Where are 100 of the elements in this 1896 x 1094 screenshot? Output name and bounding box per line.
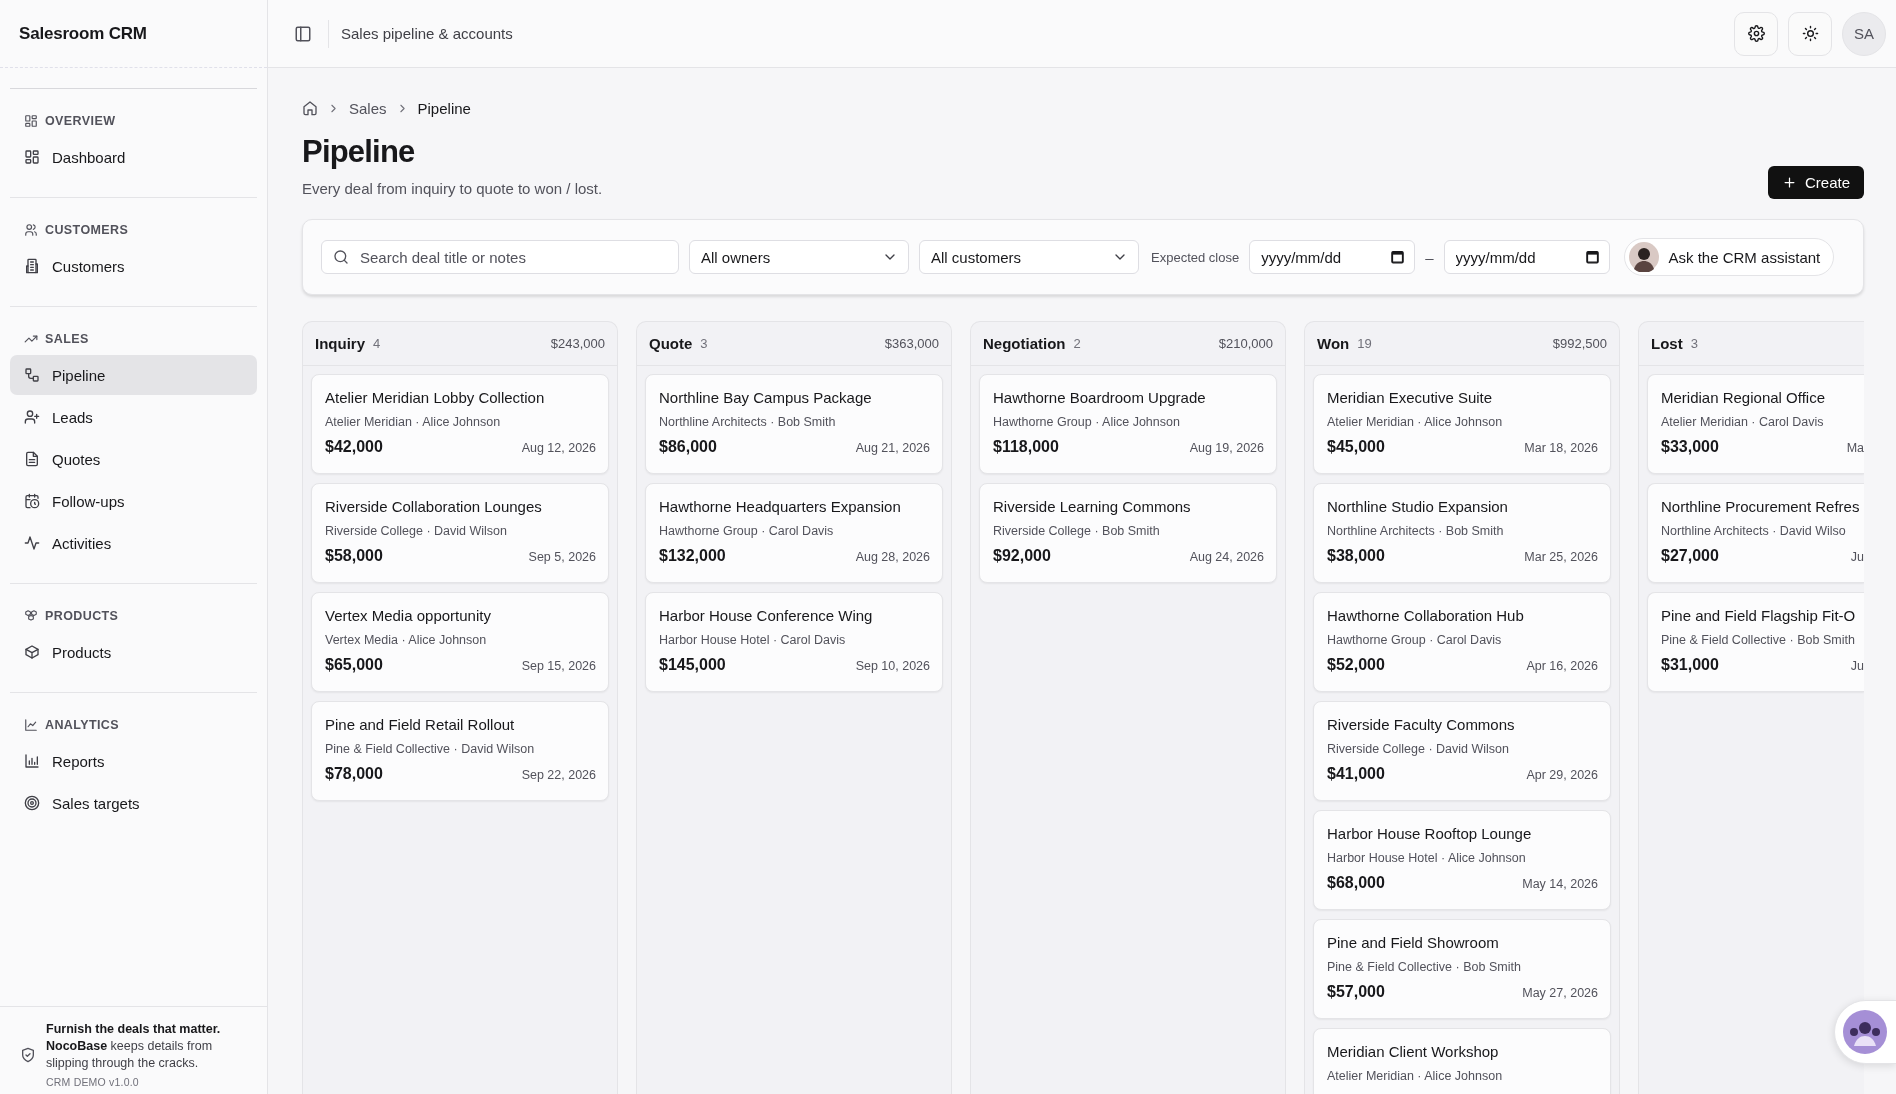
- nav-item[interactable]: Follow-ups: [10, 481, 257, 521]
- deal-amount: $68,000: [1327, 874, 1385, 892]
- deal-count: 3: [1690, 336, 1698, 351]
- deal-title: Harbor House Rooftop Lounge: [1327, 824, 1533, 844]
- close-date: Ju: [1850, 659, 1864, 673]
- search-field[interactable]: Search deal title or notes: [321, 240, 679, 274]
- calendar-icon: [1584, 249, 1600, 264]
- close-date: Aug 21, 2026: [855, 441, 930, 455]
- close-date: Mar 18, 2026: [1524, 441, 1598, 455]
- activity-icon: [24, 535, 40, 551]
- deal-title: Pine and Field Flagship Fit-O: [1661, 606, 1857, 626]
- users-icon: [24, 223, 38, 237]
- close-date: May 14, 2026: [1522, 877, 1598, 891]
- nav-item[interactable]: Reports: [10, 741, 257, 781]
- search-icon: [333, 249, 349, 265]
- deal-title: Northline Bay Campus Package: [659, 388, 873, 408]
- nav-item[interactable]: Dashboard: [10, 137, 257, 177]
- deal-amount: $86,000: [659, 438, 717, 456]
- deal-card[interactable]: Northline Studio Expansion Northline Architects · Bob Smith $38,000 Mar 25, 2026: [1313, 483, 1611, 583]
- theme-button[interactable]: [1788, 11, 1832, 56]
- deal-card[interactable]: Harbor House Rooftop Lounge Harbor House Hotel · Alice Johnson $68,000 May 14, 2026: [1313, 810, 1611, 910]
- deal-meta: Pine & Field Collective · Bob Smith: [1327, 959, 1522, 975]
- page-title: Pipeline: [302, 133, 416, 171]
- deal-card[interactable]: Riverside Faculty Commons Riverside College · David Wilson $41,000 Apr 29, 2026: [1313, 701, 1611, 801]
- deal-card[interactable]: Northline Procurement Refres Northline Architects · David Wilso $27,000 Ju: [1647, 483, 1864, 583]
- deal-title: Riverside Collaboration Lounges: [325, 497, 543, 517]
- deal-card[interactable]: Riverside Learning Commons Riverside College · Bob Smith $92,000 Aug 24, 2026: [979, 483, 1277, 583]
- deal-card[interactable]: Hawthorne Headquarters Expansion Hawthorne Group · Carol Davis $132,000 Aug 28, 2026: [645, 483, 943, 583]
- nav-item[interactable]: Pipeline: [10, 355, 257, 395]
- deal-card[interactable]: Atelier Meridian Lobby Collection Atelier Meridian · Alice Johnson $42,000 Aug 12, 2026: [311, 374, 609, 474]
- create-button[interactable]: Create: [1767, 166, 1864, 199]
- section-heading: ANALYTICS: [45, 718, 119, 732]
- home-link[interactable]: [302, 100, 318, 116]
- deal-card[interactable]: Meridian Regional Office Atelier Meridian · Carol Davis $33,000 Ma: [1647, 374, 1864, 474]
- deal-meta: Atelier Meridian · Alice Johnson: [325, 414, 502, 430]
- deal-title: Atelier Meridian Lobby Collection: [325, 388, 546, 408]
- deal-meta: Riverside College · David Wilson: [1327, 741, 1510, 757]
- settings-button[interactable]: [1734, 11, 1778, 56]
- deal-amount: $41,000: [1327, 765, 1385, 783]
- deal-meta: Riverside College · David Wilson: [325, 523, 508, 539]
- grid-icon: [24, 114, 38, 128]
- deal-card[interactable]: Northline Bay Campus Package Northline Architects · Bob Smith $86,000 Aug 21, 2026: [645, 374, 943, 474]
- deal-card[interactable]: Riverside Collaboration Lounges Riverside College · David Wilson $58,000 Sep 5, 2026: [311, 483, 609, 583]
- app-name: Salesroom CRM: [19, 23, 147, 44]
- deal-meta: Atelier Meridian · Carol Davis: [1661, 414, 1825, 430]
- deal-title: Riverside Faculty Commons: [1327, 715, 1516, 735]
- version-label: CRM DEMO v1.0.0: [46, 1076, 140, 1088]
- deal-card[interactable]: Pine and Field Retail Rollout Pine & Field Collective · David Wilson $78,000 Sep 22, 2026: [311, 701, 609, 801]
- deal-amount: $92,000: [993, 547, 1051, 565]
- deal-card[interactable]: Pine and Field Showroom Pine & Field Collective · Bob Smith $57,000 May 27, 2026: [1313, 919, 1611, 1019]
- deal-amount: $33,000: [1661, 438, 1719, 456]
- section-heading: OVERVIEW: [45, 114, 116, 128]
- document-icon: [24, 451, 40, 467]
- deal-title: Northline Studio Expansion: [1327, 497, 1509, 517]
- close-date: Aug 19, 2026: [1189, 441, 1264, 455]
- deal-amount: $65,000: [325, 656, 383, 674]
- user-avatar[interactable]: SA: [1842, 11, 1886, 56]
- column-total: $210,000: [1218, 336, 1273, 351]
- deal-card[interactable]: Hawthorne Boardroom Upgrade Hawthorne Group · Alice Johnson $118,000 Aug 19, 2026: [979, 374, 1277, 474]
- deal-card[interactable]: Hawthorne Collaboration Hub Hawthorne Group · Carol Davis $52,000 Apr 16, 2026: [1313, 592, 1611, 692]
- nav-item[interactable]: Sales targets: [10, 783, 257, 823]
- building-icon: [24, 258, 40, 274]
- close-date: Aug 12, 2026: [521, 441, 596, 455]
- close-date: Ma: [1846, 441, 1864, 455]
- deal-meta: Hawthorne Group · Carol Davis: [659, 523, 835, 539]
- owner-dropdown[interactable]: All owners: [689, 240, 909, 274]
- date-field[interactable]: yyyy/mm/dd: [1249, 240, 1416, 274]
- date-field[interactable]: yyyy/mm/dd: [1443, 240, 1610, 274]
- close-date: Mar 25, 2026: [1524, 550, 1598, 564]
- deal-title: Northline Procurement Refres: [1661, 497, 1861, 517]
- deal-meta: Pine & Field Collective · David Wilson: [325, 741, 536, 757]
- breadcrumb-current: Pipeline: [417, 99, 471, 117]
- nav-item[interactable]: Customers: [10, 246, 257, 286]
- breadcrumb-link[interactable]: Sales: [349, 99, 387, 117]
- deal-card[interactable]: Vertex Media opportunity Vertex Media · Alice Johnson $65,000 Sep 15, 2026: [311, 592, 609, 692]
- page-description: Every deal from inquiry to quote to won / lost.: [302, 180, 604, 197]
- deal-meta: Pine & Field Collective · Bob Smith: [1661, 632, 1856, 648]
- nav-item[interactable]: Quotes: [10, 439, 257, 479]
- assistant-button[interactable]: Ask the CRM assistant: [1623, 238, 1835, 276]
- column-total: $992,500: [1552, 336, 1607, 351]
- deal-amount: $38,000: [1327, 547, 1385, 565]
- deal-title: Meridian Executive Suite: [1327, 388, 1494, 408]
- deal-card[interactable]: Pine and Field Flagship Fit-O Pine & Field Collective · Bob Smith $31,000 Ju: [1647, 592, 1864, 692]
- settings-icon: [1747, 25, 1765, 42]
- column-title: Won: [1317, 335, 1350, 352]
- nav-item[interactable]: Leads: [10, 397, 257, 437]
- deal-amount: $31,000: [1661, 656, 1719, 674]
- deal-card[interactable]: Meridian Executive Suite Atelier Meridian · Alice Johnson $45,000 Mar 18, 2026: [1313, 374, 1611, 474]
- deal-title: Meridian Client Workshop: [1327, 1042, 1500, 1062]
- nav-item[interactable]: Products: [10, 632, 257, 672]
- customer-dropdown[interactable]: All customers: [919, 240, 1139, 274]
- deal-card[interactable]: Meridian Client Workshop Atelier Meridian · Alice Johnson: [1313, 1028, 1611, 1094]
- deal-amount: $118,000: [993, 438, 1059, 456]
- section-heading: PRODUCTS: [45, 609, 119, 623]
- nav-item[interactable]: Activities: [10, 523, 257, 563]
- deal-amount: $58,000: [325, 547, 383, 565]
- deal-title: Hawthorne Collaboration Hub: [1327, 606, 1525, 626]
- deal-card[interactable]: Harbor House Conference Wing Harbor House Hotel · Carol Davis $145,000 Sep 10, 2026: [645, 592, 943, 692]
- box-icon: [24, 644, 40, 660]
- column-title: Quote: [649, 335, 693, 352]
